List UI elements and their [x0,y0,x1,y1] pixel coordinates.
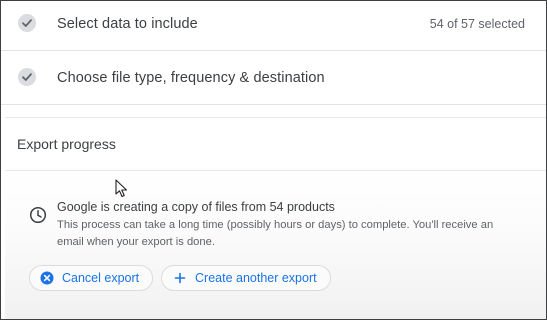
takeout-export-panel: Select data to include 54 of 57 selected… [0,0,547,320]
mouse-pointer-icon [115,179,128,198]
step-label: Choose file type, frequency & destinatio… [57,70,325,86]
export-header: Export progress [5,118,546,171]
create-another-export-button[interactable]: Create another export [161,265,331,291]
cancel-circle-icon [40,271,54,285]
selected-count: 54 of 57 selected [429,17,525,31]
check-icon [18,14,36,32]
section-gap [1,105,546,117]
export-status-message: Google is creating a copy of files from … [57,200,335,214]
step-select-data[interactable]: Select data to include 54 of 57 selected [1,1,546,51]
create-another-export-label: Create another export [195,271,317,285]
cancel-export-button[interactable]: Cancel export [29,265,153,291]
step-file-type[interactable]: Choose file type, frequency & destinatio… [1,53,546,105]
check-icon [18,68,36,86]
export-body: Google is creating a copy of files from … [5,171,546,319]
step-label: Select data to include [57,16,198,32]
export-title: Export progress [17,136,116,152]
export-status-detail: This process can take a long time (possi… [57,219,494,248]
cancel-export-label: Cancel export [62,271,140,285]
clock-icon [29,206,47,224]
plus-icon [173,271,187,285]
export-progress-card: Export progress Google is creating a cop… [5,117,546,319]
